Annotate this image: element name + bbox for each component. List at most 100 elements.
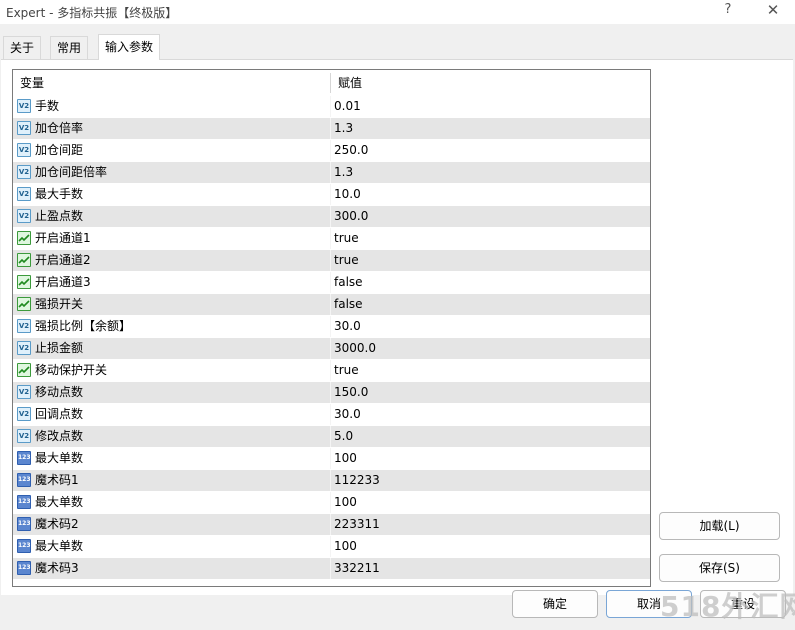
parameter-value[interactable]: true <box>334 228 359 249</box>
parameter-value[interactable]: false <box>334 272 363 293</box>
parameter-value[interactable]: 100 <box>334 492 357 513</box>
parameter-row[interactable]: 123 魔术码1 112233 <box>13 470 650 492</box>
double-value-icon: V2 <box>17 341 31 355</box>
parameter-value[interactable]: 112233 <box>334 470 380 491</box>
parameter-value[interactable]: 332211 <box>334 558 380 579</box>
cell-divider <box>330 492 331 513</box>
double-value-icon: V2 <box>17 319 31 333</box>
parameter-row[interactable]: 开启通道2 true <box>13 250 650 272</box>
parameter-value[interactable]: 5.0 <box>334 426 353 447</box>
bool-value-icon <box>17 275 31 289</box>
integer-value-icon: 123 <box>17 473 31 487</box>
cell-divider <box>330 404 331 425</box>
parameter-row[interactable]: V2 移动点数 150.0 <box>13 382 650 404</box>
parameter-name: 开启通道1 <box>35 231 91 245</box>
parameter-value[interactable]: true <box>334 250 359 271</box>
cell-divider <box>330 514 331 535</box>
grid-rows: V2 手数 0.01 V2 加仓倍率 1.3 V2 加仓间距 250.0 V2 加仓间距倍率 1.3 V… <box>13 96 650 580</box>
cell-divider <box>330 426 331 447</box>
bool-value-icon <box>17 297 31 311</box>
parameter-row[interactable]: 123 最大单数 100 <box>13 448 650 470</box>
parameter-row[interactable]: 123 最大单数 100 <box>13 492 650 514</box>
parameter-name: 魔术码1 <box>35 473 79 487</box>
parameter-row[interactable]: V2 加仓倍率 1.3 <box>13 118 650 140</box>
parameter-value[interactable]: 0.01 <box>334 96 361 117</box>
cell-divider <box>330 470 331 491</box>
parameter-value[interactable]: 30.0 <box>334 404 361 425</box>
parameter-name: 修改点数 <box>35 429 84 443</box>
parameter-row[interactable]: V2 加仓间距 250.0 <box>13 140 650 162</box>
cell-divider <box>330 250 331 271</box>
parameter-row[interactable]: 开启通道1 true <box>13 228 650 250</box>
cell-divider <box>330 162 331 183</box>
parameter-row[interactable]: 移动保护开关 true <box>13 360 650 382</box>
parameter-row[interactable]: V2 强损比例【余额】 30.0 <box>13 316 650 338</box>
double-value-icon: V2 <box>17 407 31 421</box>
double-value-icon: V2 <box>17 429 31 443</box>
cell-divider <box>330 272 331 293</box>
parameter-value[interactable]: 250.0 <box>334 140 368 161</box>
parameter-value[interactable]: 3000.0 <box>334 338 376 359</box>
parameter-row[interactable]: V2 加仓间距倍率 1.3 <box>13 162 650 184</box>
parameter-value[interactable]: true <box>334 360 359 381</box>
tab-common[interactable]: 常用 <box>50 36 89 59</box>
title-bar: Expert - 多指标共振【终极版】 ? ✕ <box>0 0 795 24</box>
double-value-icon: V2 <box>17 385 31 399</box>
parameter-row[interactable]: V2 止损金额 3000.0 <box>13 338 650 360</box>
parameter-value[interactable]: 1.3 <box>334 118 353 139</box>
parameter-row[interactable]: 强损开关 false <box>13 294 650 316</box>
cell-divider <box>330 448 331 469</box>
cell-divider <box>330 184 331 205</box>
parameter-row[interactable]: V2 修改点数 5.0 <box>13 426 650 448</box>
parameter-name: 加仓间距 <box>35 143 84 157</box>
parameter-value[interactable]: 150.0 <box>334 382 368 403</box>
parameter-row[interactable]: 123 魔术码2 223311 <box>13 514 650 536</box>
parameter-name: 强损开关 <box>35 297 84 311</box>
parameter-value[interactable]: 10.0 <box>334 184 361 205</box>
column-header-variable[interactable]: 变量 <box>13 70 44 96</box>
parameter-value[interactable]: 1.3 <box>334 162 353 183</box>
save-button[interactable]: 保存(S) <box>659 554 780 582</box>
load-button[interactable]: 加载(L) <box>659 512 780 540</box>
integer-value-icon: 123 <box>17 451 31 465</box>
double-value-icon: V2 <box>17 209 31 223</box>
tab-about[interactable]: 关于 <box>3 36 42 59</box>
close-icon[interactable]: ✕ <box>764 1 782 21</box>
cell-divider <box>330 558 331 579</box>
column-header-value[interactable]: 赋值 <box>331 70 362 96</box>
integer-value-icon: 123 <box>17 539 31 553</box>
cell-divider <box>330 536 331 557</box>
parameter-row[interactable]: 开启通道3 false <box>13 272 650 294</box>
cell-divider <box>330 294 331 315</box>
parameter-name: 移动保护开关 <box>35 363 108 377</box>
parameter-row[interactable]: V2 最大手数 10.0 <box>13 184 650 206</box>
parameter-value[interactable]: 30.0 <box>334 316 361 337</box>
parameter-row[interactable]: V2 手数 0.01 <box>13 96 650 118</box>
parameter-row[interactable]: V2 止盈点数 300.0 <box>13 206 650 228</box>
tab-inputs[interactable]: 输入参数 <box>98 34 161 60</box>
integer-value-icon: 123 <box>17 517 31 531</box>
ok-button[interactable]: 确定 <box>512 590 598 618</box>
parameter-value[interactable]: 300.0 <box>334 206 368 227</box>
parameter-name: 加仓间距倍率 <box>35 165 108 179</box>
parameter-name: 止损金额 <box>35 341 84 355</box>
parameter-row[interactable]: 123 魔术码3 332211 <box>13 558 650 580</box>
parameter-value[interactable]: false <box>334 294 363 315</box>
bool-value-icon <box>17 253 31 267</box>
parameter-value[interactable]: 100 <box>334 448 357 469</box>
double-value-icon: V2 <box>17 165 31 179</box>
double-value-icon: V2 <box>17 187 31 201</box>
parameter-value[interactable]: 100 <box>334 536 357 557</box>
cell-divider <box>330 118 331 139</box>
parameter-row[interactable]: 123 最大单数 100 <box>13 536 650 558</box>
double-value-icon: V2 <box>17 143 31 157</box>
parameter-name: 最大单数 <box>35 451 84 465</box>
help-icon[interactable]: ? <box>720 2 736 20</box>
parameter-row[interactable]: V2 回调点数 30.0 <box>13 404 650 426</box>
site-watermark: 518外汇网 <box>660 590 795 623</box>
parameters-grid[interactable]: 变量 赋值 V2 手数 0.01 V2 加仓倍率 1.3 V2 加仓间距 250.0 V2 加仓间距… <box>12 69 651 587</box>
parameter-name: 强损比例【余额】 <box>35 319 132 333</box>
bool-value-icon <box>17 363 31 377</box>
parameter-value[interactable]: 223311 <box>334 514 380 535</box>
double-value-icon: V2 <box>17 99 31 113</box>
